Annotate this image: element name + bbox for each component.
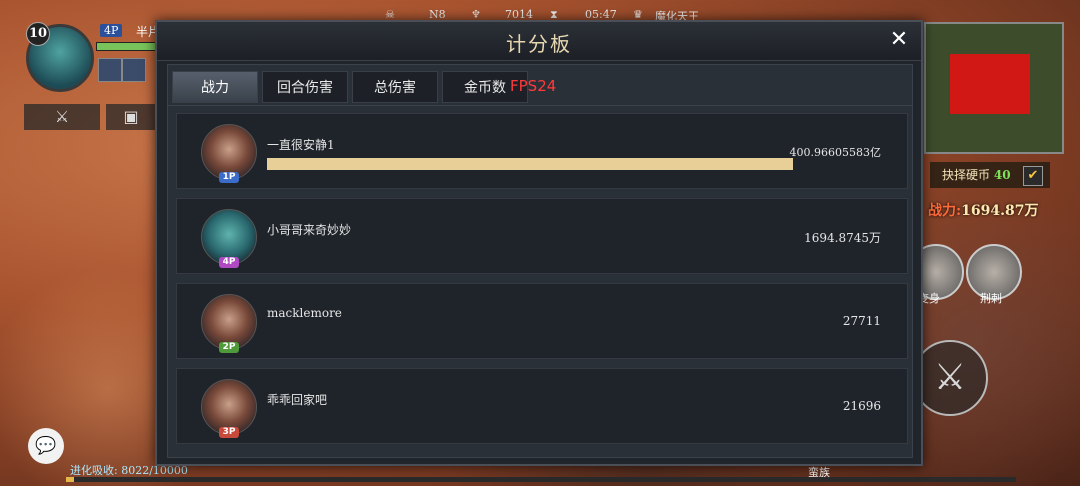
score-row: 4P 小哥哥来奇妙妙 1694.8745万 (176, 198, 908, 274)
player-name: 小哥哥来奇妙妙 (267, 223, 352, 237)
evolve-progress-fill (66, 477, 74, 482)
chat-icon[interactable]: 💬 (28, 428, 64, 464)
player-score: 1694.8745万 (804, 231, 881, 245)
minimap[interactable] (924, 22, 1064, 154)
coin-checkbox[interactable]: ✔ (1023, 166, 1043, 186)
player-name: 乖乖回家吧 (267, 393, 328, 407)
close-icon[interactable]: ✕ (887, 28, 911, 52)
player-name: 一直很安静1 (267, 138, 335, 152)
scoreboard-body: 战力 回合伤害 总伤害 金币数 FPS24 1P 一直很安静1 400.9660… (167, 64, 913, 458)
player-name: macklemore (267, 306, 342, 320)
player-score: 400.96605583亿 (789, 146, 881, 159)
player-level-badge: 10 (26, 22, 50, 46)
tab-total-damage[interactable]: 总伤害 (352, 71, 438, 103)
scoreboard-header: 计分板 ✕ (157, 22, 921, 61)
tab-round-damage[interactable]: 回合伤害 (262, 71, 348, 103)
player-badge: 3P (219, 427, 239, 438)
top-status-bar: ☠ N8 ♆ 7014 ⧗ 05:47 ♛ 魔化天王 (385, 0, 715, 23)
attack-button[interactable]: ⚔ (912, 340, 988, 416)
power-value: 1694.87万 (961, 203, 1039, 219)
score-row: 3P 乖乖回家吧 21696 (176, 368, 908, 444)
score-bar (267, 158, 793, 170)
buff-icon (98, 58, 122, 82)
scoreboard-panel: 计分板 ✕ 战力 回合伤害 总伤害 金币数 FPS24 1P 一直很安静1 40… (155, 20, 923, 466)
evolve-progress-bar (66, 477, 1016, 482)
power-display: 战力:1694.87万 (928, 200, 1039, 220)
tab-power[interactable]: 战力 (172, 71, 258, 103)
player-hp-bar (96, 42, 160, 51)
buff-icon (122, 58, 146, 82)
minimap-danger-zone (950, 54, 1030, 114)
player-badge: 1P (219, 172, 239, 183)
coin-select-label: 抉择硬币 (942, 168, 991, 182)
player-badge: 4P (219, 257, 239, 268)
player-badge: 2P (219, 342, 239, 353)
player-score: 21696 (842, 399, 881, 413)
scoreboard-title: 计分板 (506, 32, 572, 56)
tabs-divider (168, 105, 912, 106)
player-tag: 4P (100, 24, 123, 37)
power-label: 战力: (928, 203, 962, 219)
fps-counter: FPS24 (510, 77, 557, 95)
hat-icon[interactable]: ⚔ (24, 104, 100, 130)
score-row: 2P macklemore 27711 (176, 283, 908, 359)
score-row: 1P 一直很安静1 400.96605583亿 (176, 113, 908, 189)
skill-label: 荆刺 (980, 292, 1002, 305)
player-score: 27711 (842, 314, 881, 328)
coin-select-value: 40 (993, 168, 1011, 182)
bag-icon[interactable]: ▣ (106, 104, 156, 130)
